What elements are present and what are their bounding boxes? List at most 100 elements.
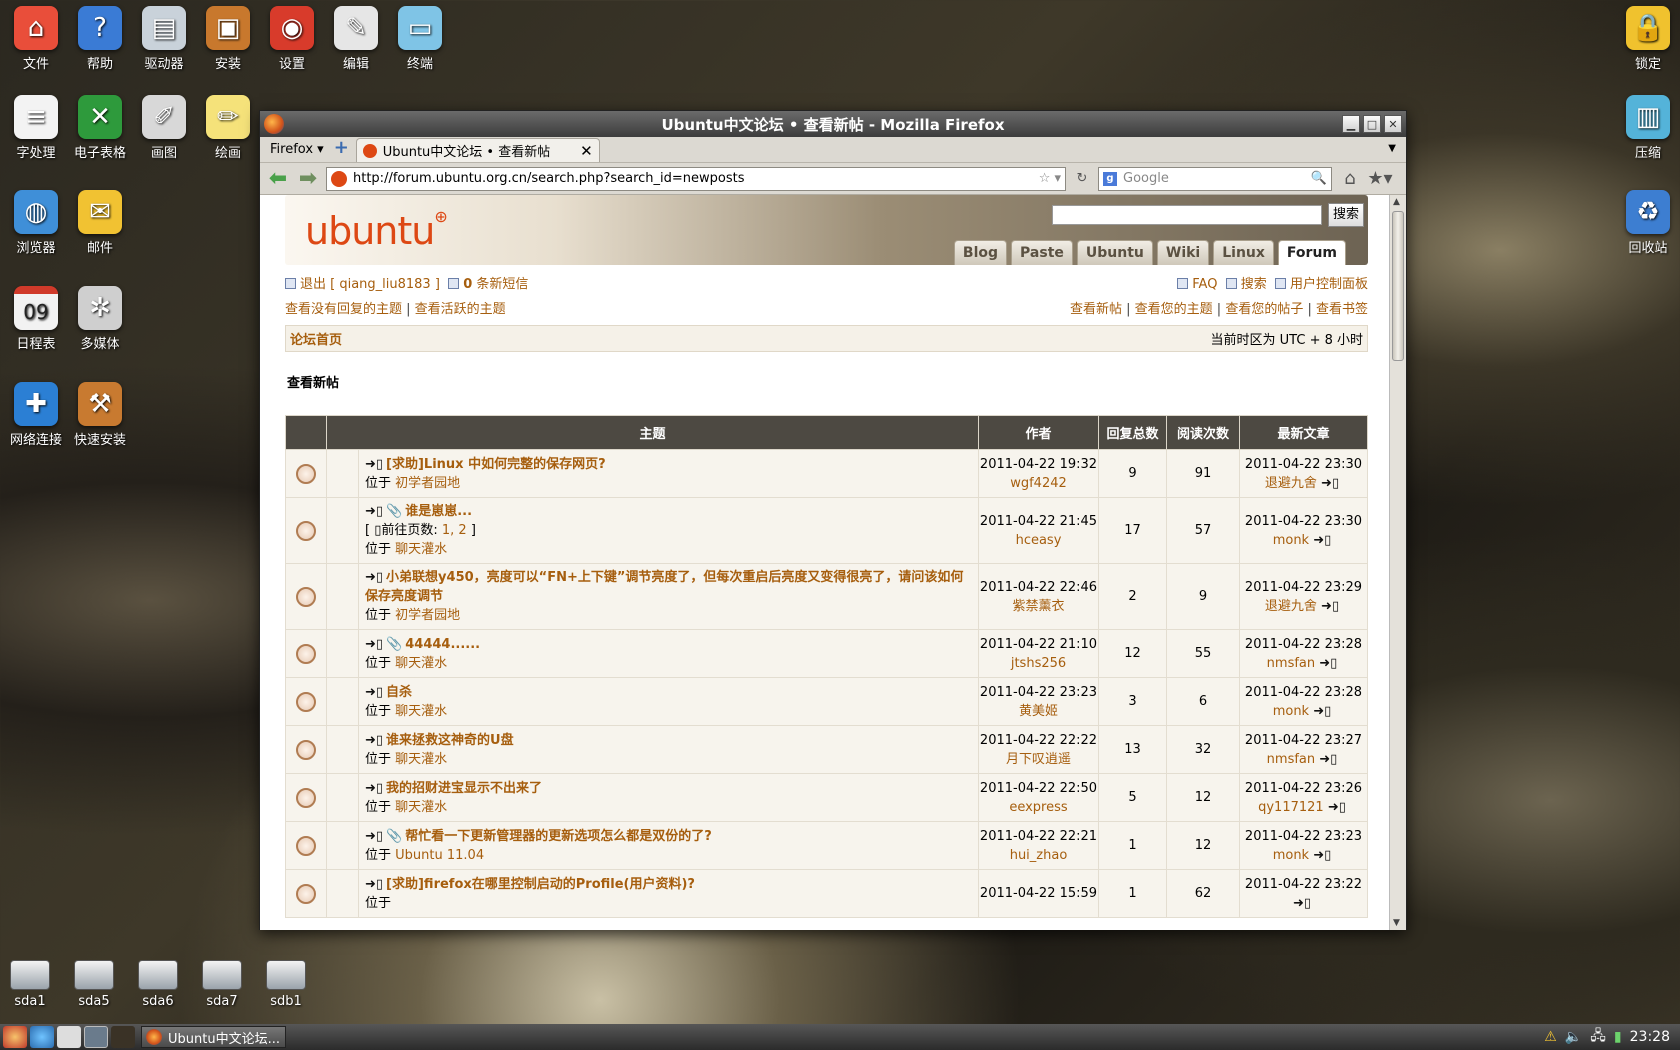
warning-icon[interactable]: ⚠ — [1544, 1029, 1557, 1045]
window-titlebar[interactable]: Ubuntu中文论坛 • 查看新帖 - Mozilla Firefox ▁ □ … — [260, 111, 1406, 137]
close-tab-icon[interactable]: ✕ — [580, 142, 593, 160]
desktop-icon-lock[interactable]: 🔒 锁定 — [1612, 6, 1680, 72]
desktop-pager-2-icon[interactable] — [111, 1026, 135, 1048]
desktop-icon-briefcase[interactable]: ▣ 安装 — [192, 6, 264, 72]
close-button[interactable]: ✕ — [1384, 115, 1402, 133]
your-topics-link[interactable]: 查看您的主题 — [1135, 302, 1213, 317]
minimize-button[interactable]: ▁ — [1342, 115, 1360, 133]
desktop-icon-trash[interactable]: ♻ 回收站 — [1612, 190, 1680, 256]
topic-title-link[interactable]: 我的招财进宝显示不出来了 — [386, 781, 542, 796]
topic-title-link[interactable]: 谁是崽崽... — [405, 504, 472, 519]
ucp-link[interactable]: 用户控制面板 — [1290, 277, 1368, 292]
goto-newest-icon[interactable]: ➜▯ — [365, 781, 383, 796]
author-link[interactable]: hui_zhao — [1010, 848, 1068, 863]
last-post-author-link[interactable]: nmsfan — [1267, 752, 1315, 767]
forum-link[interactable]: 初学者园地 — [395, 476, 460, 491]
drive-sda1[interactable]: sda1 — [0, 960, 60, 1009]
topic-title-link[interactable]: 谁来拯救这神奇的U盘 — [386, 733, 514, 748]
forum-link[interactable]: 聊天灌水 — [395, 752, 447, 767]
desktop-icon-paint[interactable]: ✐ 画图 — [128, 95, 200, 161]
topic-title-link[interactable]: 自杀 — [386, 685, 412, 700]
goto-newest-icon[interactable]: ➜▯ — [365, 685, 383, 700]
desktop-icon-film-reel[interactable]: ✲ 多媒体 — [64, 286, 136, 352]
tab-forum[interactable]: Forum — [1277, 240, 1346, 265]
google-icon[interactable]: g — [1103, 171, 1117, 186]
search-link[interactable]: 搜索 — [1241, 277, 1267, 292]
desktop-icon-globe[interactable]: ◍ 浏览器 — [0, 190, 72, 256]
desktop-pager-icon[interactable] — [84, 1026, 108, 1048]
author-link[interactable]: jtshs256 — [1011, 656, 1066, 671]
taskbar-window-button[interactable]: Ubuntu中文论坛... — [141, 1026, 286, 1048]
tab-blog[interactable]: Blog — [953, 240, 1008, 265]
clock[interactable]: 23:28 — [1630, 1029, 1670, 1045]
last-post-author-link[interactable]: nmsfan — [1267, 656, 1315, 671]
desktop-icon-help[interactable]: ? 帮助 — [64, 6, 136, 72]
editor-launcher-icon[interactable] — [57, 1026, 81, 1048]
network-icon[interactable]: 🖧 — [1590, 1025, 1606, 1049]
forum-link[interactable]: 聊天灌水 — [395, 656, 447, 671]
forward-arrow-icon[interactable]: ➡ — [296, 166, 320, 191]
goto-newest-icon[interactable]: ➜▯ — [365, 877, 383, 892]
drive-sda7[interactable]: sda7 — [192, 960, 252, 1009]
topic-title-link[interactable]: 小弟联想y450，亮度可以“FN+上下键”调节亮度了，但每次重启后亮度又变得很亮… — [365, 570, 963, 604]
vertical-scrollbar[interactable]: ▲ ▼ — [1389, 195, 1406, 930]
topic-title-link[interactable]: [求助]Linux 中如何完整的保存网页? — [386, 457, 606, 472]
faq-link[interactable]: FAQ — [1192, 277, 1217, 292]
url-bar[interactable]: http://forum.ubuntu.org.cn/search.php?se… — [326, 166, 1066, 191]
goto-last-post-icon[interactable]: ➜▯ — [1293, 896, 1311, 911]
desktop-icon-settings[interactable]: ◉ 设置 — [256, 6, 328, 72]
topic-title-link[interactable]: 44444...... — [405, 637, 480, 652]
scrollbar-thumb[interactable] — [1392, 211, 1404, 361]
drive-sda6[interactable]: sda6 — [128, 960, 188, 1009]
last-post-author-link[interactable]: 退避九舍 — [1265, 599, 1317, 614]
goto-last-post-icon[interactable]: ➜▯ — [1313, 533, 1331, 548]
search-engine-box[interactable]: g Google 🔍 — [1098, 166, 1332, 191]
desktop-icon-drive[interactable]: ▤ 驱动器 — [128, 6, 200, 72]
goto-newest-icon[interactable]: ➜▯ — [365, 457, 383, 472]
author-link[interactable]: 月下叹逍遥 — [1006, 752, 1071, 767]
goto-newest-icon[interactable]: ➜▯ — [365, 829, 383, 844]
scroll-up-icon[interactable]: ▲ — [1393, 197, 1400, 207]
unanswered-link[interactable]: 查看没有回复的主题 — [285, 302, 402, 317]
bookmark-star-icon[interactable]: ☆ ▾ — [1039, 171, 1061, 186]
forum-search-button[interactable]: 搜索 — [1327, 203, 1364, 227]
forum-link[interactable]: 聊天灌水 — [395, 800, 447, 815]
firefox-menu-button[interactable]: Firefox ▾ — [264, 142, 330, 162]
magnifier-icon[interactable]: 🔍 — [1311, 171, 1327, 186]
desktop-icon-edit[interactable]: ✎ 编辑 — [320, 6, 392, 72]
forum-index-link[interactable]: 论坛首页 — [290, 329, 342, 348]
ubuntu-logo[interactable]: ubuntu⊕ — [305, 207, 448, 253]
goto-last-post-icon[interactable]: ➜▯ — [1319, 656, 1337, 671]
battery-icon[interactable]: ▮ — [1614, 1029, 1622, 1045]
logout-link[interactable]: 退出 [ qiang_liu8183 ] — [300, 277, 440, 292]
desktop-icon-network[interactable]: ✚ 网络连接 — [0, 382, 72, 448]
goto-newest-icon[interactable]: ➜▯ — [365, 570, 383, 585]
maximize-button[interactable]: □ — [1363, 115, 1381, 133]
desktop-icon-document[interactable]: ≡ 字处理 — [0, 95, 72, 161]
author-link[interactable]: 黄美姬 — [1019, 704, 1058, 719]
last-post-author-link[interactable]: monk — [1273, 533, 1309, 548]
new-tab-button[interactable]: + — [334, 139, 352, 158]
browser-launcher-icon[interactable] — [30, 1026, 54, 1048]
author-link[interactable]: hceasy — [1016, 533, 1062, 548]
new-posts-link[interactable]: 查看新帖 — [1070, 302, 1122, 317]
desktop-icon-terminal[interactable]: ▭ 终端 — [384, 6, 456, 72]
desktop-icon-spreadsheet[interactable]: ✕ 电子表格 — [64, 95, 136, 161]
scroll-down-icon[interactable]: ▼ — [1393, 918, 1400, 928]
forum-link[interactable]: 聊天灌水 — [395, 704, 447, 719]
desktop-icon-archive[interactable]: ▥ 压缩 — [1612, 95, 1680, 161]
drive-sda5[interactable]: sda5 — [64, 960, 124, 1009]
goto-last-post-icon[interactable]: ➜▯ — [1313, 848, 1331, 863]
goto-last-post-icon[interactable]: ➜▯ — [1328, 800, 1346, 815]
active-topics-link[interactable]: 查看活跃的主题 — [415, 302, 506, 317]
forum-link[interactable]: Ubuntu 11.04 — [395, 848, 484, 863]
messages-link[interactable]: 0 条新短信 — [463, 277, 528, 292]
desktop-icon-draw[interactable]: ✏ 绘画 — [192, 95, 264, 161]
drive-sdb1[interactable]: sdb1 — [256, 960, 316, 1009]
author-link[interactable]: eexpress — [1009, 800, 1067, 815]
forum-search-input[interactable] — [1052, 205, 1322, 225]
forum-link[interactable]: 聊天灌水 — [395, 542, 447, 557]
home-button-icon[interactable]: ⌂ — [1338, 168, 1362, 190]
tab-ubuntu[interactable]: Ubuntu — [1076, 240, 1153, 265]
last-post-author-link[interactable]: monk — [1273, 704, 1309, 719]
